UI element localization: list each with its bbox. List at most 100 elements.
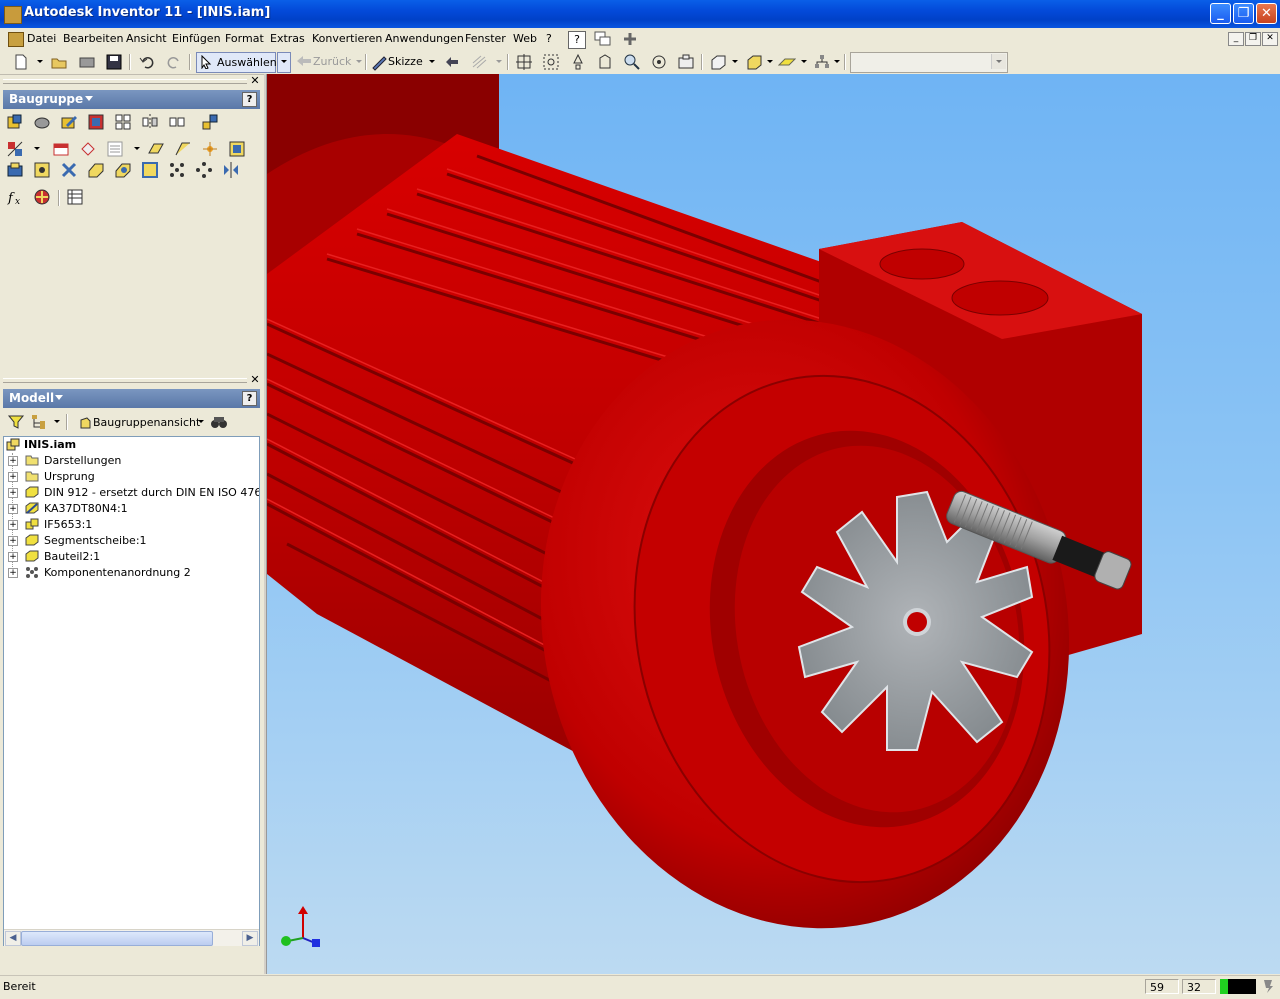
chamfer-icon[interactable]	[87, 161, 105, 179]
select-button[interactable]: Auswählen	[196, 52, 277, 73]
document-icon[interactable]	[8, 32, 24, 47]
find-icon[interactable]	[210, 413, 228, 431]
select-dropdown[interactable]	[277, 52, 291, 73]
close-button[interactable]: ✕	[1256, 3, 1277, 24]
place-component-icon[interactable]	[6, 113, 24, 131]
scroll-left-button[interactable]: ◀	[5, 931, 21, 946]
work-point-icon[interactable]	[201, 140, 219, 158]
revolve-icon[interactable]	[33, 161, 51, 179]
menu-help[interactable]: ?	[546, 32, 552, 45]
structure-icon[interactable]	[813, 53, 831, 71]
zoom-window-icon[interactable]	[542, 53, 560, 71]
mirror-feature-icon[interactable]	[222, 161, 240, 179]
motor-model[interactable]	[267, 74, 1280, 974]
view-dropdown-icon[interactable]	[198, 420, 204, 423]
save-icon[interactable]	[105, 53, 123, 71]
circular-pattern-icon[interactable]	[168, 161, 186, 179]
restore-button[interactable]: ❐	[1233, 3, 1254, 24]
new-dropdown-icon[interactable]	[37, 60, 43, 63]
panel-help-button[interactable]: ?	[242, 92, 257, 107]
expand-icon[interactable]: +	[8, 504, 18, 514]
bom-dropdown-icon[interactable]	[134, 147, 140, 150]
zoom-selected-icon[interactable]	[623, 53, 641, 71]
sketch-button[interactable]: Skizze	[388, 55, 423, 68]
tree-item[interactable]: + Ursprung	[4, 469, 259, 485]
tree-root[interactable]: INIS.iam	[4, 437, 259, 453]
hole-icon[interactable]	[60, 161, 78, 179]
whats-this-icon[interactable]	[594, 31, 612, 47]
new-icon[interactable]	[12, 53, 30, 71]
doc-restore-button[interactable]: ❐	[1245, 32, 1261, 46]
rotate-icon[interactable]	[650, 53, 668, 71]
expand-icon[interactable]: +	[8, 488, 18, 498]
help-icon[interactable]: ?	[568, 31, 586, 49]
chevron-down-icon[interactable]	[85, 96, 93, 101]
expand-icon[interactable]: +	[8, 552, 18, 562]
browser-close-button[interactable]: ✕	[250, 374, 260, 385]
expand-icon[interactable]: +	[8, 568, 18, 578]
table-icon[interactable]	[66, 188, 84, 206]
work-axis-icon[interactable]	[174, 140, 192, 158]
hierarchy-dropdown-icon[interactable]	[54, 420, 60, 423]
tree-item[interactable]: + Komponentenanordnung 2	[4, 565, 259, 581]
rotate-component-icon[interactable]	[79, 140, 97, 158]
plane-icon[interactable]	[777, 53, 797, 71]
constraint-icon[interactable]	[201, 113, 219, 131]
app-icon[interactable]	[4, 6, 22, 24]
panel-close-button[interactable]: ✕	[250, 75, 260, 86]
minimize-button[interactable]: _	[1210, 3, 1231, 24]
mirror-component-icon[interactable]	[114, 113, 132, 131]
move-component-icon[interactable]	[6, 140, 24, 158]
update-icon[interactable]	[470, 53, 488, 71]
parameters-icon[interactable]: fx	[6, 188, 24, 207]
model-panel-header[interactable]: Modell ?	[3, 389, 260, 408]
edit-component-icon[interactable]	[60, 113, 78, 131]
expand-icon[interactable]: +	[8, 456, 18, 466]
structure-dropdown-icon[interactable]	[834, 60, 840, 63]
return-icon[interactable]	[443, 53, 461, 71]
copy-component-icon[interactable]	[141, 113, 159, 131]
menu-ansicht[interactable]: Ansicht	[126, 32, 167, 45]
open-icon[interactable]	[50, 53, 68, 71]
work-plane-icon[interactable]	[147, 140, 165, 158]
graphics-viewport[interactable]	[266, 74, 1280, 974]
panel-grip[interactable]	[3, 79, 247, 84]
menu-datei[interactable]: Datei	[27, 32, 56, 45]
tree-item[interactable]: + KA37DT80N4:1	[4, 501, 259, 517]
redo-icon[interactable]	[165, 53, 183, 71]
assembly-view-button[interactable]: Baugruppenansicht	[76, 413, 200, 431]
expand-icon[interactable]: +	[8, 536, 18, 546]
section-view-icon[interactable]	[52, 140, 70, 158]
scroll-right-button[interactable]: ▶	[242, 931, 258, 946]
ucs-icon[interactable]	[228, 140, 246, 158]
model-tree[interactable]: INIS.iam + Darstellungen + Ursprung + DI…	[3, 436, 260, 946]
tree-item[interactable]: + IF5653:1	[4, 517, 259, 533]
doc-close-button[interactable]: ✕	[1262, 32, 1278, 46]
move-dropdown-icon[interactable]	[34, 147, 40, 150]
shadow-icon[interactable]	[745, 53, 763, 71]
doc-minimize-button[interactable]: _	[1228, 32, 1244, 46]
tree-item[interactable]: + Segmentscheibe:1	[4, 533, 259, 549]
chevron-down-icon[interactable]	[55, 395, 63, 400]
menu-bearbeiten[interactable]: Bearbeiten	[63, 32, 123, 45]
panel-grip[interactable]	[3, 378, 247, 383]
ilogic-icon[interactable]	[33, 188, 51, 206]
back-dropdown-icon[interactable]	[356, 60, 362, 63]
assembly-panel-header[interactable]: Baugruppe ?	[3, 90, 260, 109]
plane-dropdown-icon[interactable]	[801, 60, 807, 63]
pattern-component-icon[interactable]	[87, 113, 105, 131]
hierarchy-icon[interactable]	[30, 413, 48, 431]
tree-item[interactable]: + Bauteil2:1	[4, 549, 259, 565]
zoom-icon[interactable]	[569, 53, 587, 71]
shell-icon[interactable]	[195, 161, 213, 179]
expand-icon[interactable]: +	[8, 472, 18, 482]
sketch-icon[interactable]	[370, 53, 388, 71]
create-component-icon[interactable]	[33, 113, 51, 131]
rectangular-pattern-icon[interactable]	[141, 161, 159, 179]
replace-component-icon[interactable]	[168, 113, 186, 131]
tree-item[interactable]: + Darstellungen	[4, 453, 259, 469]
tree-item[interactable]: + DIN 912 - ersetzt durch DIN EN ISO 476…	[4, 485, 259, 501]
filter-icon[interactable]	[7, 413, 25, 431]
update-dropdown-icon[interactable]	[496, 60, 502, 63]
extrude-icon[interactable]	[6, 161, 24, 179]
